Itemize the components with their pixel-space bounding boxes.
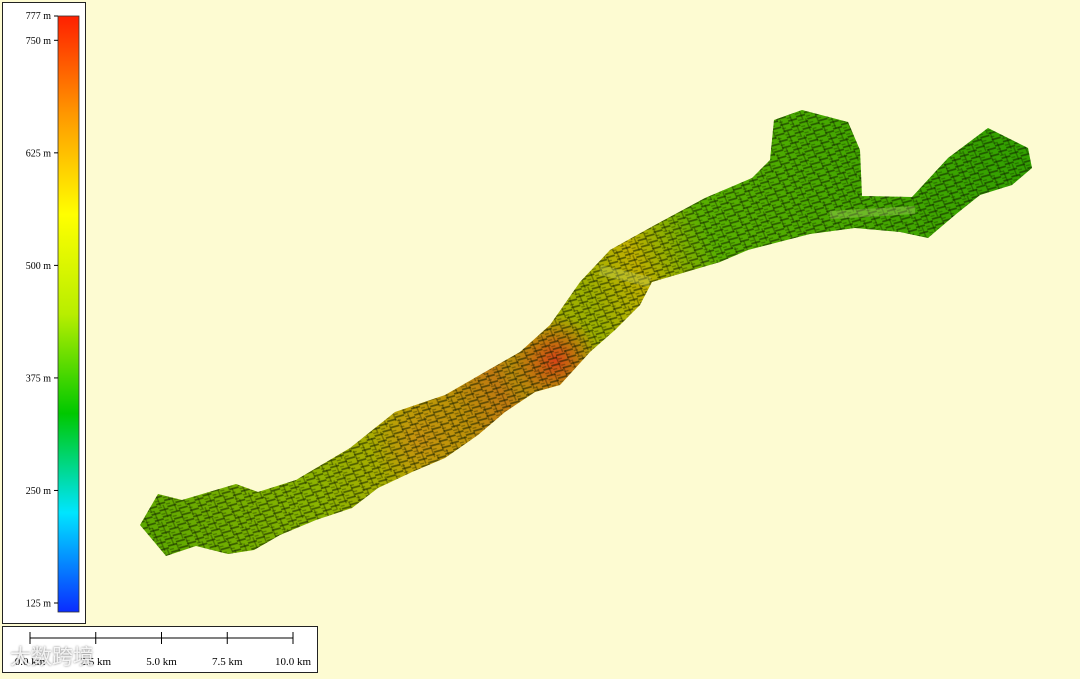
legend-color-bar: 750 m 625 m 500 m 375 m 250 m 125 m 777 m	[26, 11, 80, 613]
scale-bar: 0.0 km 2.5 km 5.0 km 7.5 km 10.0 km	[2, 626, 318, 673]
scale-tick-label: 0.0 km	[15, 656, 46, 668]
legend-tick-label: 750 m	[26, 36, 52, 47]
legend-tick-label: 250 m	[26, 486, 52, 497]
elevation-map[interactable]	[0, 0, 1080, 675]
legend-max-label: 777 m	[26, 11, 52, 22]
legend-tick-label: 625 m	[26, 148, 52, 159]
terrain-strip	[140, 110, 1032, 556]
scale-tick-label: 10.0 km	[275, 656, 312, 668]
legend-tick-label: 500 m	[26, 261, 52, 272]
scale-bar-graphic: 0.0 km 2.5 km 5.0 km 7.5 km 10.0 km	[15, 632, 312, 668]
legend-tick-label: 375 m	[26, 373, 52, 384]
legend-tick-label: 125 m	[26, 598, 52, 609]
scale-tick-label: 2.5 km	[80, 656, 111, 668]
elevation-legend: 750 m 625 m 500 m 375 m 250 m 125 m 777 m	[2, 2, 86, 624]
scale-tick-label: 5.0 km	[146, 656, 177, 668]
scale-tick-label: 7.5 km	[212, 656, 243, 668]
